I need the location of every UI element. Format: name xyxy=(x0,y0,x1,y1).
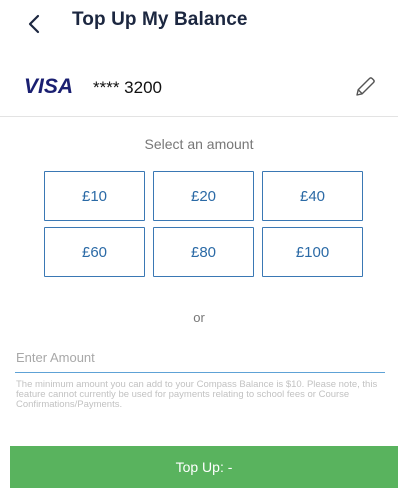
amount-button-80[interactable]: £80 xyxy=(153,227,254,277)
payment-card-row: VISA **** 3200 xyxy=(0,60,398,117)
minimum-amount-notice: The minimum amount you can add to your C… xyxy=(16,379,378,410)
amount-options: £10 £20 £40 £60 £80 £100 xyxy=(44,171,366,277)
or-separator: or xyxy=(193,310,205,325)
card-number: **** 3200 xyxy=(93,78,163,97)
edit-card-button[interactable] xyxy=(352,74,378,100)
amount-button-60[interactable]: £60 xyxy=(44,227,145,277)
page-title: Top Up My Balance xyxy=(72,9,248,30)
amount-button-40[interactable]: £40 xyxy=(262,171,363,221)
back-button[interactable] xyxy=(22,8,46,40)
select-amount-label: Select an amount xyxy=(144,136,254,152)
top-up-button[interactable]: Top Up: - xyxy=(10,446,398,488)
pencil-icon xyxy=(356,77,375,96)
amount-button-100[interactable]: £100 xyxy=(262,227,363,277)
enter-amount-input[interactable] xyxy=(15,344,385,373)
visa-logo: VISA xyxy=(24,75,74,98)
amount-button-20[interactable]: £20 xyxy=(153,171,254,221)
chevron-left-icon xyxy=(28,14,40,34)
amount-button-10[interactable]: £10 xyxy=(44,171,145,221)
header: Top Up My Balance xyxy=(0,0,398,48)
